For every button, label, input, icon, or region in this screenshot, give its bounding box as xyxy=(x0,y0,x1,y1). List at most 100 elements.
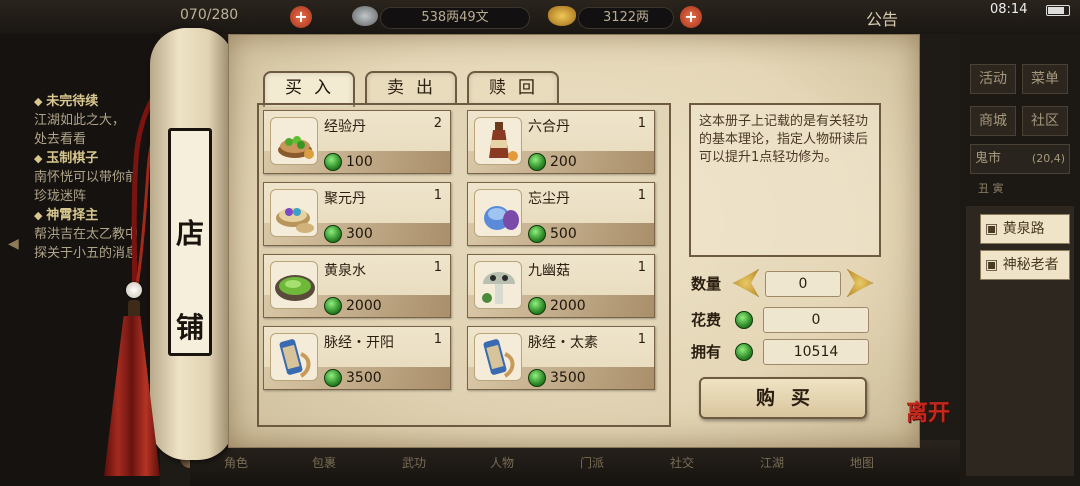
meridian-scroll-icon xyxy=(270,333,318,381)
cost-label: 花费 xyxy=(691,311,722,329)
item-card[interactable]: 九幽菇 1 2000 xyxy=(467,254,655,318)
shop-plaque-char: 店 xyxy=(175,217,204,250)
jade-currency-icon xyxy=(528,225,546,243)
exp-pill-icon xyxy=(270,117,318,165)
npc-list: ▣ 黄泉路 ▣ 神秘老者 xyxy=(966,206,1074,476)
cost-value: 0 xyxy=(763,307,869,333)
item-card[interactable]: 脉经・太素 1 3500 xyxy=(467,326,655,390)
gold-ingot-icon xyxy=(548,6,576,26)
clock: 08:14 xyxy=(990,2,1028,17)
item-card[interactable]: 黄泉水 1 2000 xyxy=(263,254,451,318)
item-price: 100 xyxy=(346,154,373,170)
jade-currency-icon xyxy=(735,343,753,361)
owned-value: 10514 xyxy=(763,339,869,365)
jade-currency-icon xyxy=(528,369,546,387)
copper-coin-icon xyxy=(352,6,378,26)
side-menu: 活动 菜单 商城 社区 鬼市 (20,4) 丑 寅 ▣ 黄泉路 ▣ 神秘老者 xyxy=(960,34,1080,486)
item-quantity: 2 xyxy=(433,116,442,131)
npc-item[interactable]: ▣ 神秘老者 xyxy=(980,250,1070,280)
wangchen-pill-icon xyxy=(474,189,522,237)
item-card[interactable]: 忘尘丹 1 500 xyxy=(467,182,655,246)
nav-item[interactable]: 包裹 xyxy=(312,454,336,471)
shop-window: 买入 卖出 赎回 经验丹 2 100 六合丹 1 200 聚元丹 1 300 忘… xyxy=(228,34,920,448)
leave-button[interactable]: 离开 xyxy=(906,402,952,450)
gold-money: 3122两 xyxy=(578,7,674,29)
quantity-input[interactable]: 0 xyxy=(765,271,841,297)
location-display[interactable]: 鬼市 (20,4) xyxy=(970,144,1070,174)
item-price: 2000 xyxy=(550,298,586,314)
jade-currency-icon xyxy=(324,297,342,315)
nav-item[interactable]: 角色 xyxy=(224,454,248,471)
stamina-value: 070/280 xyxy=(180,7,239,23)
jade-currency-icon xyxy=(735,311,753,329)
item-quantity: 1 xyxy=(637,188,646,203)
item-name: 黄泉水 xyxy=(324,263,366,279)
nav-item[interactable]: 社交 xyxy=(670,454,694,471)
jade-currency-icon xyxy=(324,225,342,243)
tab-redeem[interactable]: 赎回 xyxy=(467,71,559,105)
time-of-day: 丑 寅 xyxy=(978,182,1004,195)
jade-currency-icon xyxy=(324,369,342,387)
copper-money: 538两49文 xyxy=(380,7,530,29)
buy-button[interactable]: 购买 xyxy=(699,377,867,419)
item-name: 九幽菇 xyxy=(528,263,570,279)
yellow-spring-water-icon xyxy=(270,261,318,309)
item-card[interactable]: 经验丹 2 100 xyxy=(263,110,451,174)
juyuan-pill-icon xyxy=(270,189,318,237)
jade-currency-icon xyxy=(528,153,546,171)
item-quantity: 1 xyxy=(637,116,646,131)
owned-label: 拥有 xyxy=(691,343,722,361)
nav-item[interactable]: 武功 xyxy=(402,454,426,471)
store-button[interactable]: 商城 xyxy=(970,106,1016,136)
add-stamina-button[interactable]: + xyxy=(290,6,312,28)
item-name: 经验丹 xyxy=(324,119,366,135)
community-button[interactable]: 社区 xyxy=(1022,106,1068,136)
item-price: 200 xyxy=(550,154,577,170)
item-card[interactable]: 聚元丹 1 300 xyxy=(263,182,451,246)
menu-button[interactable]: 菜单 xyxy=(1022,64,1068,94)
nav-item[interactable]: 门派 xyxy=(580,454,604,471)
item-description: 这本册子上记载的是有关轻功的基本理论，指定人物研读后可以提升1点轻功修为。 xyxy=(689,103,881,257)
meridian-scroll-icon xyxy=(474,333,522,381)
jade-currency-icon xyxy=(528,297,546,315)
nav-item[interactable]: 地图 xyxy=(850,454,874,471)
quantity-label: 数量 xyxy=(691,275,722,293)
activity-button[interactable]: 活动 xyxy=(970,64,1016,94)
collapse-arrow-icon[interactable]: ◀ xyxy=(8,236,19,252)
add-gold-button[interactable]: + xyxy=(680,6,702,28)
item-price: 3500 xyxy=(346,370,382,386)
item-name: 脉经・开阳 xyxy=(324,335,394,351)
nav-item[interactable]: 江湖 xyxy=(760,454,784,471)
item-price: 2000 xyxy=(346,298,382,314)
tab-sell[interactable]: 卖出 xyxy=(365,71,457,105)
item-grid[interactable]: 经验丹 2 100 六合丹 1 200 聚元丹 1 300 忘尘丹 1 500 … xyxy=(257,103,671,427)
decrease-quantity-button[interactable] xyxy=(733,269,759,297)
item-name: 脉经・太素 xyxy=(528,335,598,351)
item-price: 500 xyxy=(550,226,577,242)
liuhe-pill-icon xyxy=(474,117,522,165)
shop-plaque-char: 铺 xyxy=(175,311,204,344)
nav-item[interactable]: 人物 xyxy=(490,454,514,471)
tassel-bead xyxy=(126,282,142,298)
jade-currency-icon xyxy=(324,153,342,171)
item-quantity: 1 xyxy=(637,260,646,275)
shop-plaque: 店 铺 xyxy=(168,128,212,356)
npc-item[interactable]: ▣ 黄泉路 xyxy=(980,214,1070,244)
battery-icon xyxy=(1046,5,1070,16)
jiuyou-mushroom-icon xyxy=(474,261,522,309)
announcement-button[interactable]: 公告 xyxy=(866,6,898,30)
item-quantity: 1 xyxy=(433,188,442,203)
item-card[interactable]: 六合丹 1 200 xyxy=(467,110,655,174)
item-price: 3500 xyxy=(550,370,586,386)
increase-quantity-button[interactable] xyxy=(847,269,873,297)
item-card[interactable]: 脉经・开阳 1 3500 xyxy=(263,326,451,390)
item-name: 聚元丹 xyxy=(324,191,366,207)
item-quantity: 1 xyxy=(637,332,646,347)
item-quantity: 1 xyxy=(433,332,442,347)
tab-buy[interactable]: 买入 xyxy=(263,71,355,107)
location-coords: (20,4) xyxy=(1031,152,1065,165)
item-name: 六合丹 xyxy=(528,119,570,135)
item-price: 300 xyxy=(346,226,373,242)
item-quantity: 1 xyxy=(433,260,442,275)
item-name: 忘尘丹 xyxy=(528,191,570,207)
